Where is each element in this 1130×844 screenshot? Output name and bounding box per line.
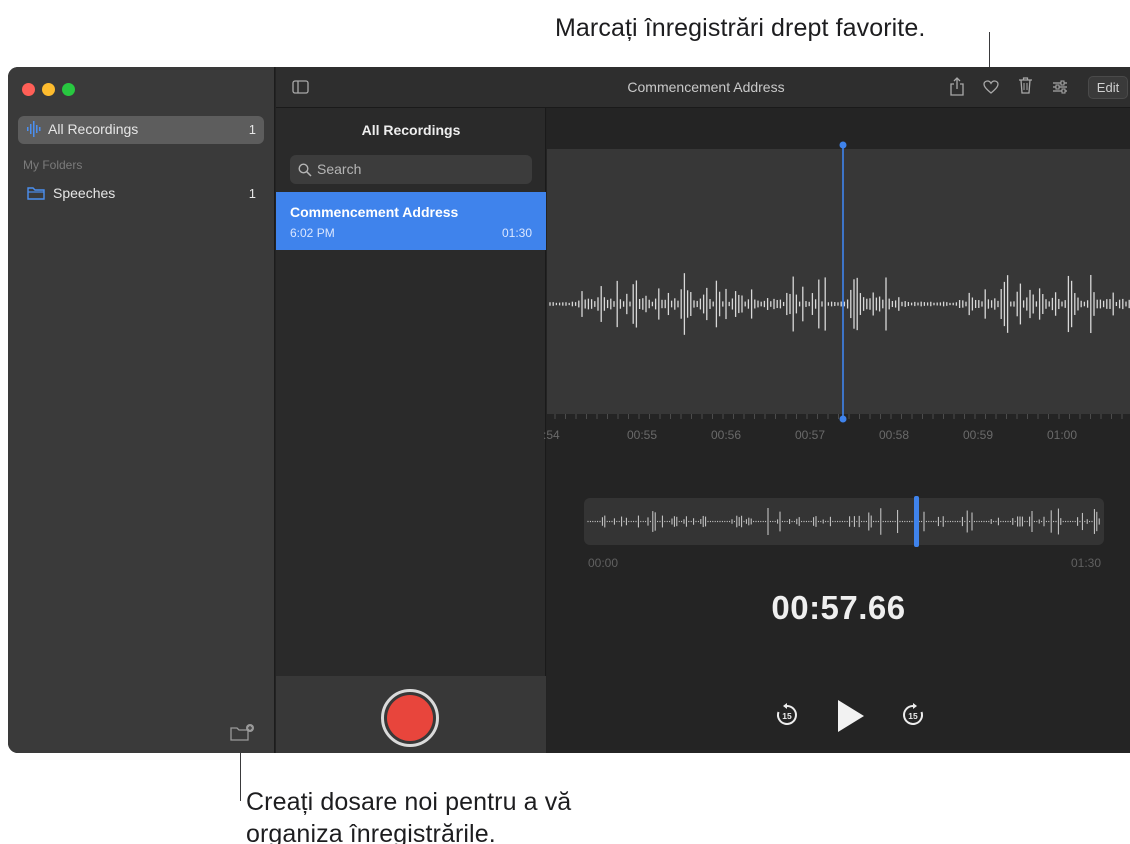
folder-icon — [27, 186, 45, 205]
timeline-tick-label: 00:57 — [795, 428, 826, 442]
zoom-window-button[interactable] — [62, 83, 75, 96]
skip-back-button[interactable]: 15 — [775, 703, 799, 727]
waveform-icon — [27, 121, 41, 140]
share-icon[interactable] — [950, 77, 964, 101]
trash-icon[interactable] — [1019, 77, 1032, 99]
folder-badge-plus-icon — [229, 724, 255, 747]
new-folder-button[interactable] — [229, 723, 255, 743]
folders-heading: My Folders — [23, 158, 83, 172]
sidebar-item-speeches[interactable]: Speeches 1 — [18, 179, 264, 207]
play-button[interactable] — [834, 698, 866, 734]
timeline-tick-label: 00:58 — [879, 428, 910, 442]
sidebar-item-count: 1 — [248, 186, 256, 201]
overview-scrubber[interactable] — [584, 496, 1104, 547]
voice-memos-window: All Recordings 1 My Folders Speeches 1 C… — [8, 67, 1130, 753]
recording-title: Commencement Address — [627, 79, 785, 95]
heart-icon[interactable] — [983, 80, 999, 99]
sidebar: All Recordings 1 My Folders Speeches 1 — [8, 67, 275, 753]
timeline-tick-label: 00:55 — [627, 428, 658, 442]
skip-forward-15-icon: 15 — [903, 703, 923, 725]
search-input[interactable]: Search — [290, 155, 532, 184]
sidebar-item-count: 1 — [248, 122, 256, 137]
recording-item-title: Commencement Address — [290, 204, 459, 220]
recording-item-time: 6:02 PM — [290, 226, 335, 240]
callout-new-folder: Creați dosare noi pentru a vă organiza î… — [246, 788, 572, 844]
sidebar-item-label: All Recordings — [48, 121, 139, 137]
skip-back-label: 15 — [782, 711, 792, 721]
overview-start-time: 00:00 — [588, 556, 619, 570]
skip-forward-label: 15 — [908, 711, 918, 721]
minimize-window-button[interactable] — [42, 83, 55, 96]
record-dot — [387, 695, 433, 741]
record-button[interactable] — [381, 689, 439, 747]
timeline-tick-label: 01:00 — [1047, 428, 1078, 442]
close-window-button[interactable] — [22, 83, 35, 96]
timeline-tick-label: 00:56 — [711, 428, 742, 442]
timeline-tick-label: 00:59 — [963, 428, 994, 442]
list-item[interactable]: Commencement Address 6:02 PM 01:30 — [276, 192, 546, 250]
overview-waveform — [587, 508, 1100, 535]
recording-detail: :5400:5500:5600:5700:5800:5901:000 00:00… — [543, 108, 1130, 753]
sidebar-toggle-icon[interactable] — [292, 80, 309, 99]
recordings-list: All Recordings Search Commencement Addre… — [276, 108, 546, 753]
search-placeholder: Search — [317, 161, 362, 177]
sliders-icon[interactable] — [1052, 80, 1068, 99]
playhead[interactable] — [838, 141, 848, 423]
recording-item-duration: 01:30 — [501, 226, 532, 240]
overview-end-time: 01:30 — [1071, 556, 1102, 570]
search-icon — [298, 163, 312, 182]
sidebar-item-all-recordings[interactable]: All Recordings 1 — [18, 116, 264, 144]
edit-button[interactable]: Edit — [1088, 76, 1128, 99]
skip-forward-button[interactable]: 15 — [901, 703, 925, 727]
list-title: All Recordings — [361, 122, 461, 138]
toolbar: Commencement Address Edit — [276, 67, 1130, 108]
current-time: 00:57.66 — [771, 589, 906, 626]
timeline-tick-label: :54 — [543, 428, 560, 442]
play-icon — [838, 700, 864, 732]
skip-back-15-icon: 15 — [777, 703, 797, 725]
record-bar — [276, 676, 546, 753]
overview-playhead[interactable] — [914, 496, 920, 547]
callout-favorite: Marcați înregistrări drept favorite. — [555, 14, 926, 42]
sidebar-item-label: Speeches — [53, 185, 116, 201]
